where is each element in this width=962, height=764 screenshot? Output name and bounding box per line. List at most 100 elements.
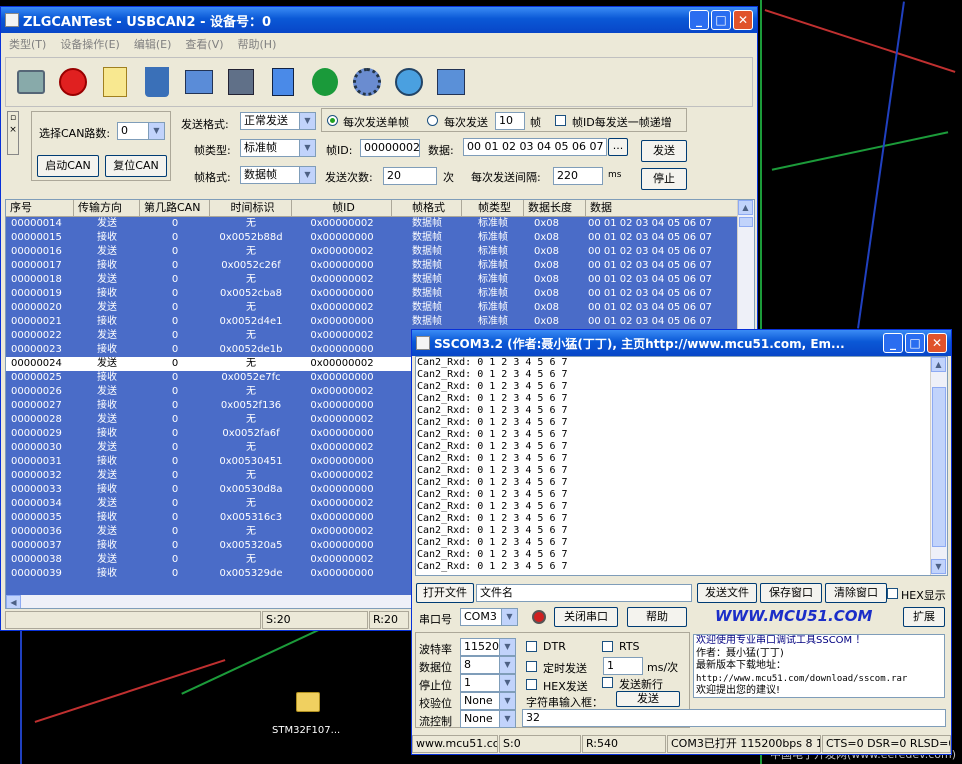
notepad-icon[interactable] — [96, 62, 134, 102]
col-header[interactable]: 数据 — [586, 200, 739, 216]
table-row[interactable]: 00000020 发送 0 无 0x00000002 数据帧 标准帧 0x08 00 01 02… — [6, 301, 739, 315]
menu-device-ops[interactable]: 设备操作(E) — [60, 36, 120, 52]
flow-dropdown[interactable]: None ▼ — [460, 710, 516, 728]
open-file-button[interactable]: 打开文件 — [416, 583, 474, 603]
scroll-up-icon[interactable]: ▲ — [931, 357, 946, 372]
close-button[interactable]: ✕ — [733, 10, 753, 30]
info-link[interactable]: http://www.mcu51.com/download/sscom.rar — [696, 673, 944, 686]
receive-area[interactable]: Can2_Rxd: 0 1 2 3 4 5 6 7 Can2_Rxd: 0 1 2… — [415, 356, 948, 576]
table-row[interactable]: 00000018 发送 0 无 0x00000002 数据帧 标准帧 0x08 00 01 02… — [6, 273, 739, 287]
filename-input[interactable]: 文件名 — [476, 584, 692, 602]
receive-vscroll[interactable]: ▲ ▼ — [930, 357, 947, 575]
col-header[interactable]: 数据长度 — [524, 200, 586, 216]
table-cell: 00 01 02 03 04 05 06 07 — [588, 218, 713, 229]
send-count-input[interactable]: 20 — [383, 167, 437, 185]
col-header[interactable]: 序号 — [6, 200, 74, 216]
table-row[interactable]: 00000017 接收 0 0x0052c26f 0x00000000 数据帧 标准帧 0x0… — [6, 259, 739, 273]
desktop-icon-label[interactable]: STM32F107... — [272, 725, 340, 736]
folder-icon[interactable] — [296, 692, 320, 712]
col-header[interactable]: 时间标识 — [210, 200, 292, 216]
maximize-button[interactable]: □ — [905, 333, 925, 353]
table-row[interactable]: 00000019 接收 0 0x0052cba8 0x00000000 数据帧 标准帧 0x0… — [6, 287, 739, 301]
accessibility-icon[interactable] — [306, 62, 344, 102]
frame-type-dropdown[interactable]: 标准帧 ▼ — [240, 139, 316, 157]
scroll-left-icon[interactable]: ◀ — [6, 595, 21, 608]
gear-icon[interactable] — [348, 62, 386, 102]
send-button[interactable]: 发送 — [641, 140, 687, 162]
hex-send-checkbox[interactable] — [526, 679, 537, 690]
menu-help[interactable]: 帮助(H) — [238, 36, 277, 52]
menu-edit[interactable]: 编辑(E) — [134, 36, 172, 52]
send-button[interactable]: 发送 — [616, 691, 680, 707]
send-format-dropdown[interactable]: 正常发送 ▼ — [240, 112, 316, 130]
frame-id-input[interactable]: 00000002 — [360, 139, 420, 157]
scroll-thumb[interactable] — [932, 387, 946, 547]
stop-button[interactable]: 停止 — [641, 168, 687, 190]
stop-icon[interactable] — [54, 62, 92, 102]
clear-window-button[interactable]: 清除窗口 — [825, 583, 887, 603]
reset-can-button[interactable]: 复位CAN — [105, 155, 167, 177]
maximize-button[interactable]: □ — [711, 10, 731, 30]
parity-dropdown[interactable]: None ▼ — [460, 692, 516, 710]
monitor-icon[interactable] — [12, 62, 50, 102]
col-header[interactable]: 帧格式 — [392, 200, 462, 216]
interval-input[interactable]: 1 — [603, 657, 643, 675]
sscom-window: SSCOM3.2 (作者:聂小猛(丁丁), 主页http://www.mcu51… — [411, 329, 952, 755]
hex-display-checkbox[interactable] — [887, 588, 898, 599]
send-file-button[interactable]: 发送文件 — [697, 583, 757, 603]
start-can-button[interactable]: 启动CAN — [37, 155, 99, 177]
help-button[interactable]: 帮助 — [627, 607, 687, 627]
col-header[interactable]: 第几路CAN — [140, 200, 210, 216]
menu-type[interactable]: 类型(T) — [9, 36, 46, 52]
trash-icon[interactable] — [138, 62, 176, 102]
network-icon[interactable] — [432, 62, 470, 102]
col-header[interactable]: 帧ID — [292, 200, 392, 216]
radio-multi-frame[interactable] — [427, 115, 438, 126]
port-dropdown[interactable]: COM3 ▼ — [460, 608, 518, 626]
col-header[interactable]: 传输方向 — [74, 200, 140, 216]
globe-icon[interactable] — [390, 62, 428, 102]
menu-view[interactable]: 查看(V) — [185, 36, 223, 52]
table-row[interactable]: 00000021 接收 0 0x0052d4e1 0x00000000 数据帧 标准帧 0x0… — [6, 315, 739, 329]
table-row[interactable]: 00000014 发送 0 无 0x00000002 数据帧 标准帧 0x08 00 01 02… — [6, 217, 739, 231]
radio-single-frame[interactable] — [327, 115, 338, 126]
send-newline-checkbox[interactable] — [602, 677, 613, 688]
brand-link[interactable]: WWW.MCU51.COM — [715, 607, 872, 625]
table-row[interactable]: 00000016 发送 0 无 0x00000002 数据帧 标准帧 0x08 00 01 02… — [6, 245, 739, 259]
floppy-icon[interactable] — [222, 62, 260, 102]
document-icon[interactable] — [264, 62, 302, 102]
stopbits-dropdown[interactable]: 1 ▼ — [460, 674, 516, 692]
panel-toggle[interactable]: ▫ × — [7, 111, 19, 155]
table-cell: 0x08 — [534, 218, 560, 229]
expand-button[interactable]: 扩展 — [903, 607, 945, 627]
scroll-thumb[interactable] — [739, 217, 753, 227]
scroll-down-icon[interactable]: ▼ — [931, 559, 946, 574]
data-ellipsis-button[interactable]: ... — [608, 138, 628, 156]
close-port-button[interactable]: 关闭串口 — [554, 607, 618, 627]
frame-format-dropdown[interactable]: 数据帧 ▼ — [240, 166, 316, 184]
scan-icon[interactable] — [180, 62, 218, 102]
multi-count-input[interactable]: 10 — [495, 112, 525, 130]
interval-input[interactable]: 220 — [553, 167, 603, 185]
select-can-dropdown[interactable]: 0 ▼ — [117, 122, 165, 140]
close-button[interactable]: ✕ — [927, 333, 947, 353]
table-cell: 00000034 — [11, 498, 62, 509]
baud-dropdown[interactable]: 115200 ▼ — [460, 638, 516, 656]
table-cell: 0x00000002 — [310, 330, 374, 341]
col-header[interactable]: 帧类型 — [462, 200, 524, 216]
rts-checkbox[interactable] — [602, 641, 613, 652]
timed-send-checkbox[interactable] — [526, 661, 537, 672]
save-window-button[interactable]: 保存窗口 — [760, 583, 822, 603]
minimize-button[interactable]: _ — [883, 333, 903, 353]
dtr-checkbox[interactable] — [526, 641, 537, 652]
minimize-button[interactable]: _ — [689, 10, 709, 30]
table-cell: 0x0052cba8 — [219, 288, 283, 299]
databits-dropdown[interactable]: 8 ▼ — [460, 656, 516, 674]
id-increment-checkbox[interactable] — [555, 115, 566, 126]
receive-line: Can2_Rxd: 0 1 2 3 4 5 6 7 — [417, 525, 568, 536]
table-row[interactable]: 00000015 接收 0 0x0052b88d 0x00000000 数据帧 标准帧 0x0… — [6, 231, 739, 245]
data-input[interactable]: 00 01 02 03 04 05 06 07 — [463, 138, 607, 156]
send-input[interactable]: 32 — [522, 709, 946, 727]
scroll-up-icon[interactable]: ▲ — [738, 200, 753, 215]
app-icon — [416, 336, 430, 350]
